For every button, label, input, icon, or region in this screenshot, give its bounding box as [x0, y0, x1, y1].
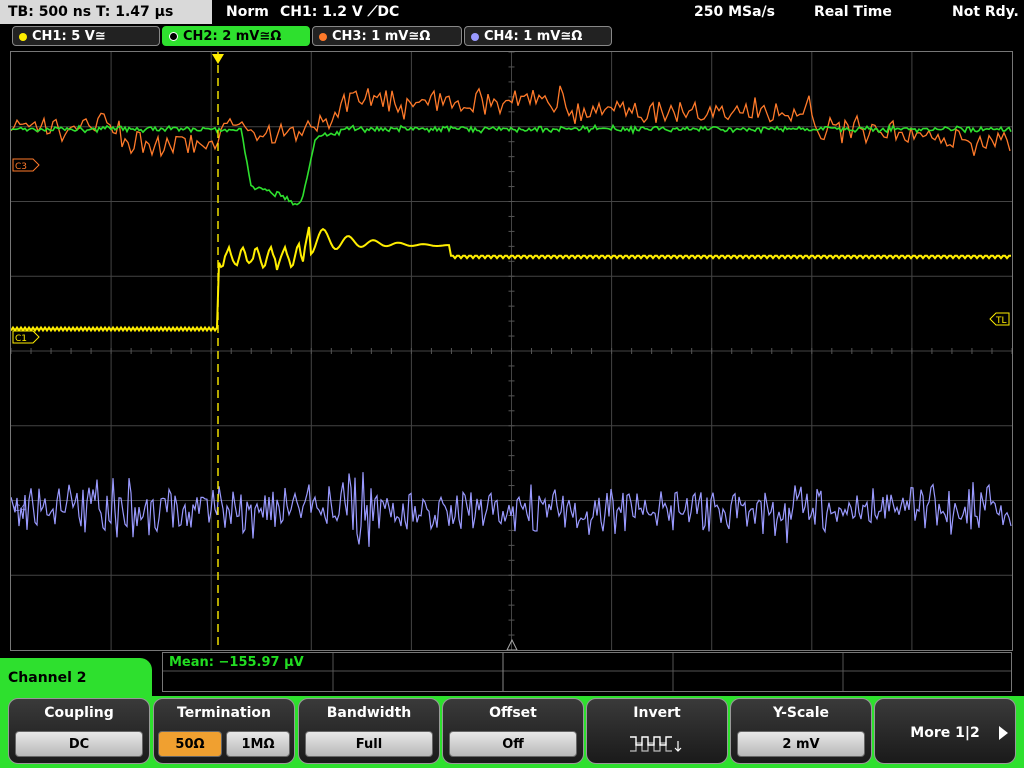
measurement-grid: [163, 653, 1011, 691]
waveform-display[interactable]: C3 C1 TL C4: [10, 51, 1013, 651]
bandwidth-label: Bandwidth: [326, 705, 412, 721]
acquisition-mode: Real Time: [814, 4, 892, 20]
waveform-canvas[interactable]: C3 C1 TL C4: [11, 52, 1012, 650]
ch1-color-icon: [19, 32, 27, 41]
timebase-readout[interactable]: TB: 500 ns T: 1.47 µs: [0, 0, 212, 24]
status-bar: TB: 500 ns T: 1.47 µs Norm CH1: 1.2 V ⟋D…: [0, 0, 1024, 24]
ch3-color-icon: [319, 32, 327, 41]
channel-tabs: CH1: 5 V≅ CH2: 2 mV≅Ω CH3: 1 mV≅Ω CH4: 1…: [0, 26, 1024, 48]
ch1-offset-marker[interactable]: C1: [12, 330, 40, 344]
offset-label: Offset: [489, 705, 537, 721]
ch4-marker-label: C4: [14, 504, 26, 514]
yscale-value[interactable]: 2 mV: [737, 731, 865, 757]
trigger-status: Not Rdy.: [952, 4, 1019, 20]
ch3-marker-label: C3: [15, 162, 27, 172]
ch2-color-icon: [169, 32, 178, 41]
chevron-right-icon: [999, 726, 1008, 740]
offset-value[interactable]: Off: [449, 731, 577, 757]
bandwidth-button[interactable]: Bandwidth Full: [298, 698, 440, 764]
ch4-color-icon: [471, 32, 479, 41]
coupling-value[interactable]: DC: [15, 731, 143, 757]
tab-ch3[interactable]: CH3: 1 mV≅Ω: [312, 26, 462, 46]
sample-rate: 250 MSa/s: [694, 4, 776, 20]
tab-ch4[interactable]: CH4: 1 mV≅Ω: [464, 26, 612, 46]
termination-1mohm[interactable]: 1MΩ: [226, 731, 290, 757]
trigger-source[interactable]: CH1: 1.2 V ⟋DC: [280, 0, 399, 24]
trigger-level-label: TL: [995, 316, 1007, 326]
tab-ch1[interactable]: CH1: 5 V≅: [12, 26, 160, 46]
tab-ch2[interactable]: CH2: 2 mV≅Ω: [162, 26, 310, 46]
ch2-label: CH2: 2 mV≅Ω: [183, 29, 282, 44]
ch4-label: CH4: 1 mV≅Ω: [484, 29, 583, 44]
trigger-marker-icon[interactable]: [212, 54, 224, 64]
yscale-button[interactable]: Y-Scale 2 mV: [730, 698, 872, 764]
bandwidth-value[interactable]: Full: [305, 731, 433, 757]
ch1-label: CH1: 5 V≅: [32, 29, 106, 44]
more-label: More 1|2: [910, 725, 980, 741]
ch3-waveform: [11, 85, 1011, 158]
ch3-label: CH3: 1 mV≅Ω: [332, 29, 431, 44]
measurement-panel: Mean: −155.97 µV: [162, 652, 1012, 692]
ch3-offset-marker[interactable]: C3: [12, 158, 40, 172]
ch4-offset-marker[interactable]: C4: [14, 504, 26, 514]
invert-button[interactable]: Invert: [586, 698, 728, 764]
yscale-label: Y-Scale: [772, 705, 829, 721]
termination-button[interactable]: Termination 50Ω 1MΩ: [153, 698, 295, 764]
coupling-button[interactable]: Coupling DC: [8, 698, 150, 764]
more-button[interactable]: More 1|2: [874, 698, 1016, 764]
coupling-label: Coupling: [44, 705, 114, 721]
termination-label: Termination: [177, 705, 271, 721]
trigger-level-marker[interactable]: TL: [989, 312, 1010, 326]
ch1-marker-label: C1: [15, 334, 27, 344]
invert-waveform-icon: [630, 736, 682, 752]
menu-title: Channel 2: [0, 658, 152, 698]
trigger-mode[interactable]: Norm: [226, 0, 269, 24]
offset-button[interactable]: Offset Off: [442, 698, 584, 764]
softkey-bar: Coupling DC Termination 50Ω 1MΩ Bandwidt…: [0, 696, 1024, 768]
invert-label: Invert: [633, 705, 681, 721]
graticule: [11, 52, 1012, 650]
termination-50ohm[interactable]: 50Ω: [158, 731, 222, 757]
